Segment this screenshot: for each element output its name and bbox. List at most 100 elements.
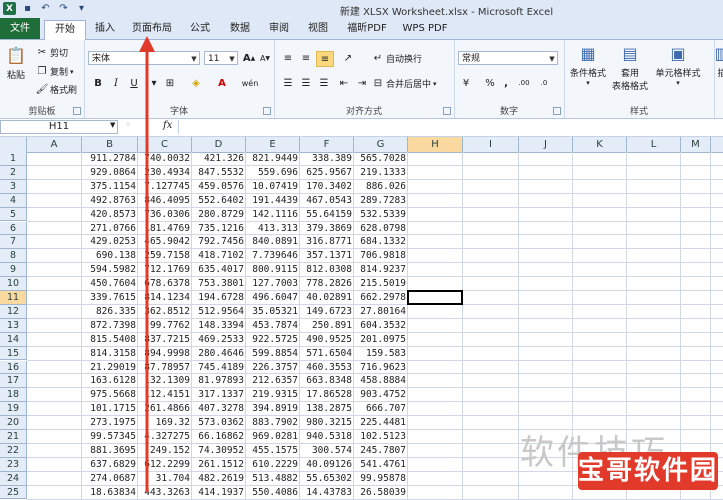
table-cell[interactable]: 99.7762	[138, 319, 192, 333]
table-cell[interactable]: 883.7902	[246, 416, 300, 430]
increase-indent-icon[interactable]: ⇥	[354, 76, 370, 90]
table-cell[interactable]: 541.4761	[354, 458, 408, 472]
table-cell[interactable]: 735.1216	[192, 222, 246, 236]
table-cell[interactable]: 112.4151	[138, 388, 192, 402]
formula-input[interactable]	[178, 120, 723, 134]
table-cell[interactable]: 458.8884	[354, 374, 408, 388]
table-cell[interactable]: 26.58039	[354, 486, 408, 500]
column-header-h[interactable]: H	[408, 137, 463, 152]
row-header[interactable]: 6	[0, 221, 27, 236]
table-cell[interactable]: 81.97893	[192, 374, 246, 388]
column-header-f[interactable]: F	[300, 137, 354, 152]
table-cell[interactable]: 87.78957	[138, 361, 192, 375]
currency-icon[interactable]: ¥	[458, 76, 474, 90]
row-header[interactable]: 12	[0, 304, 27, 319]
shrink-font-button[interactable]: A ▼	[257, 51, 273, 65]
table-cell[interactable]: 421.326	[192, 152, 246, 166]
table-cell[interactable]: 559.696	[246, 166, 300, 180]
table-cell[interactable]: 716.9623	[354, 361, 408, 375]
table-cell[interactable]: 148.3394	[192, 319, 246, 333]
table-cell[interactable]: 99.57345	[82, 430, 138, 444]
table-cell[interactable]: 181.4769	[138, 222, 192, 236]
table-cell[interactable]: 225.4481	[354, 416, 408, 430]
table-cell[interactable]: 740.0032	[138, 152, 192, 166]
percent-button[interactable]: %	[482, 76, 498, 90]
table-cell[interactable]: 261.4866	[138, 402, 192, 416]
table-cell[interactable]: 273.1975	[82, 416, 138, 430]
table-cell[interactable]: 881.3695	[82, 444, 138, 458]
table-cell[interactable]: 74.30952	[192, 444, 246, 458]
table-cell[interactable]: 846.4095	[138, 194, 192, 208]
orientation-icon[interactable]: ↗	[340, 51, 356, 65]
tab-view[interactable]: 视图	[302, 20, 334, 39]
bold-button[interactable]: B	[90, 76, 106, 90]
table-cell[interactable]: 317.1337	[192, 388, 246, 402]
alignment-launcher-icon[interactable]	[443, 107, 451, 115]
row-header[interactable]: 3	[0, 179, 27, 194]
row-header[interactable]: 15	[0, 346, 27, 361]
row-header[interactable]: 17	[0, 374, 27, 389]
font-name-select[interactable]: 宋体 ▼	[88, 51, 200, 65]
row-header[interactable]: 23	[0, 457, 27, 472]
table-cell[interactable]: 552.6402	[192, 194, 246, 208]
table-cell[interactable]: 245.7807	[354, 444, 408, 458]
name-box-dropdown-icon[interactable]: ▼	[110, 121, 115, 129]
table-cell[interactable]: 149.6723	[300, 305, 354, 319]
table-cell[interactable]: 467.0543	[300, 194, 354, 208]
table-cell[interactable]: 201.0975	[354, 333, 408, 347]
row-header[interactable]: 8	[0, 249, 27, 264]
table-cell[interactable]: 469.2533	[192, 333, 246, 347]
font-launcher-icon[interactable]	[263, 107, 271, 115]
table-cell[interactable]: 453.7874	[246, 319, 300, 333]
column-header-l[interactable]: L	[627, 137, 681, 152]
row-header[interactable]: 5	[0, 207, 27, 222]
table-cell[interactable]: 27.80164	[354, 305, 408, 319]
table-cell[interactable]: 635.4017	[192, 263, 246, 277]
table-cell[interactable]: 99.95878	[354, 472, 408, 486]
table-cell[interactable]: 840.0891	[246, 235, 300, 249]
table-cell[interactable]: 230.4934	[138, 166, 192, 180]
insert-function-button[interactable]: fx	[163, 120, 172, 131]
table-cell[interactable]: 975.5668	[82, 388, 138, 402]
table-cell[interactable]: 821.9449	[246, 152, 300, 166]
decrease-decimal-button[interactable]: .0	[536, 76, 552, 90]
table-cell[interactable]: 394.8919	[246, 402, 300, 416]
table-cell[interactable]: 250.891	[300, 319, 354, 333]
table-cell[interactable]: 922.5725	[246, 333, 300, 347]
table-cell[interactable]: 18.63834	[82, 486, 138, 500]
table-cell[interactable]: 138.2875	[300, 402, 354, 416]
table-cell[interactable]: 280.4646	[192, 347, 246, 361]
table-cell[interactable]: 420.8573	[82, 208, 138, 222]
wrap-text-button[interactable]: ↵ 自动换行	[372, 52, 422, 65]
table-cell[interactable]: 429.0253	[82, 235, 138, 249]
table-cell[interactable]: 792.7456	[192, 235, 246, 249]
table-cell[interactable]: 300.574	[300, 444, 354, 458]
row-header[interactable]: 25	[0, 485, 27, 500]
tab-wps-pdf[interactable]: WPS PDF	[400, 20, 450, 39]
table-cell[interactable]: 678.6378	[138, 277, 192, 291]
name-box[interactable]: H11	[0, 120, 118, 134]
column-header-e[interactable]: E	[246, 137, 300, 152]
table-cell[interactable]: 837.7215	[138, 333, 192, 347]
column-header-d[interactable]: D	[192, 137, 246, 152]
tab-data[interactable]: 数据	[224, 20, 256, 39]
table-cell[interactable]: 940.5318	[300, 430, 354, 444]
table-cell[interactable]: 980.3215	[300, 416, 354, 430]
table-cell[interactable]: 455.1575	[246, 444, 300, 458]
table-cell[interactable]: 215.5019	[354, 277, 408, 291]
table-cell[interactable]: 745.4189	[192, 361, 246, 375]
comma-button[interactable]: ,	[498, 76, 514, 90]
table-cell[interactable]: 814.3158	[82, 347, 138, 361]
table-cell[interactable]: 280.8729	[192, 208, 246, 222]
fill-color-icon[interactable]: ◈	[188, 76, 204, 90]
table-cell[interactable]: 512.9564	[192, 305, 246, 319]
table-cell[interactable]: 812.0308	[300, 263, 354, 277]
table-cell[interactable]: 379.3869	[300, 222, 354, 236]
italic-button[interactable]: I	[108, 76, 124, 90]
table-cell[interactable]: 800.9115	[246, 263, 300, 277]
font-color-button[interactable]: A	[214, 76, 230, 90]
copy-button[interactable]: ❐ 复制 ▾	[36, 65, 74, 78]
row-header[interactable]: 1	[0, 152, 27, 166]
table-cell[interactable]: 127.7003	[246, 277, 300, 291]
table-cell[interactable]: 413.313	[246, 222, 300, 236]
